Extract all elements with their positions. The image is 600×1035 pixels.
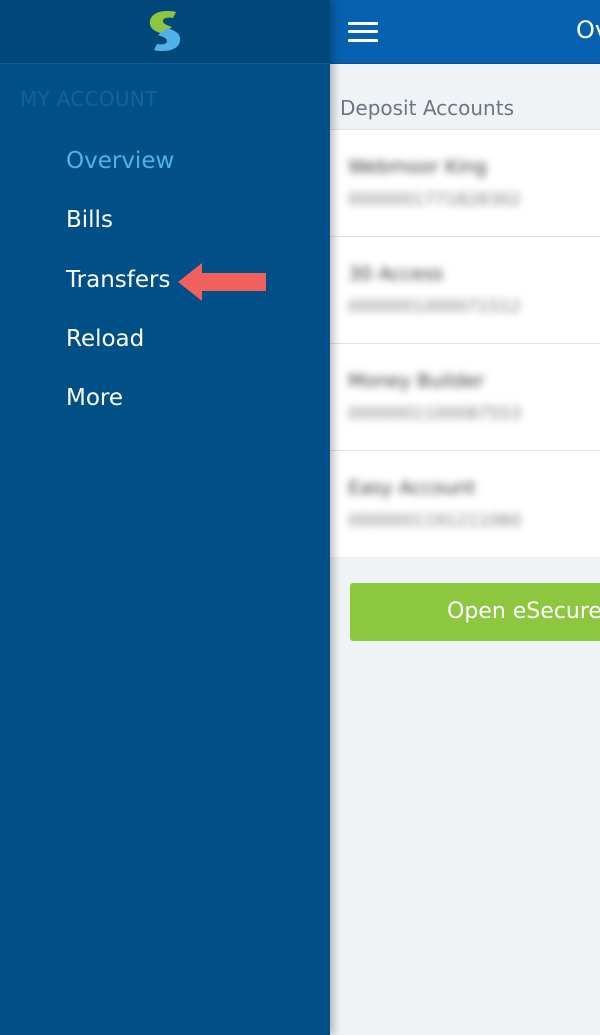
account-number: 0000001100087553 bbox=[348, 404, 522, 424]
deposit-accounts-heading: Deposit Accounts bbox=[340, 96, 514, 120]
app-screen: Ov Deposit Accounts Webmoor King 0000001… bbox=[0, 0, 600, 1035]
app-bar: Ov bbox=[330, 0, 600, 64]
drawer-header bbox=[0, 0, 330, 64]
nav-item-more[interactable]: More bbox=[66, 385, 123, 411]
account-number: 0000001771828302 bbox=[348, 190, 522, 210]
account-name: Easy Account bbox=[348, 477, 476, 499]
account-row[interactable]: Webmoor King 0000001771828302 bbox=[330, 130, 600, 237]
account-list: Webmoor King 0000001771828302 30 Access … bbox=[330, 129, 600, 557]
account-row[interactable]: Money Builder 0000001100087553 bbox=[330, 344, 600, 451]
account-number: 0000001000071512 bbox=[348, 297, 522, 317]
account-name: Webmoor King bbox=[348, 156, 487, 178]
account-row[interactable]: 30 Access 0000001000071512 bbox=[330, 237, 600, 344]
open-esecure-button[interactable]: Open eSecure S bbox=[350, 583, 600, 641]
nav-item-overview[interactable]: Overview bbox=[66, 148, 174, 174]
navigation-drawer: MY ACCOUNT Overview Bills Transfers Relo… bbox=[0, 0, 330, 1035]
nav-item-bills[interactable]: Bills bbox=[66, 207, 113, 233]
main-content: Ov Deposit Accounts Webmoor King 0000001… bbox=[330, 0, 600, 1035]
nav-item-reload[interactable]: Reload bbox=[66, 326, 144, 352]
account-number: 0000001191211060 bbox=[348, 511, 522, 531]
s-logo-icon bbox=[149, 11, 181, 51]
left-arrow-icon bbox=[178, 263, 266, 301]
hamburger-menu-icon[interactable] bbox=[346, 20, 380, 44]
my-account-label: MY ACCOUNT bbox=[20, 87, 158, 111]
account-row[interactable]: Easy Account 0000001191211060 bbox=[330, 451, 600, 557]
nav-item-transfers[interactable]: Transfers bbox=[66, 267, 170, 293]
page-title: Ov bbox=[576, 16, 600, 44]
account-name: 30 Access bbox=[348, 263, 444, 285]
account-name: Money Builder bbox=[348, 370, 485, 392]
